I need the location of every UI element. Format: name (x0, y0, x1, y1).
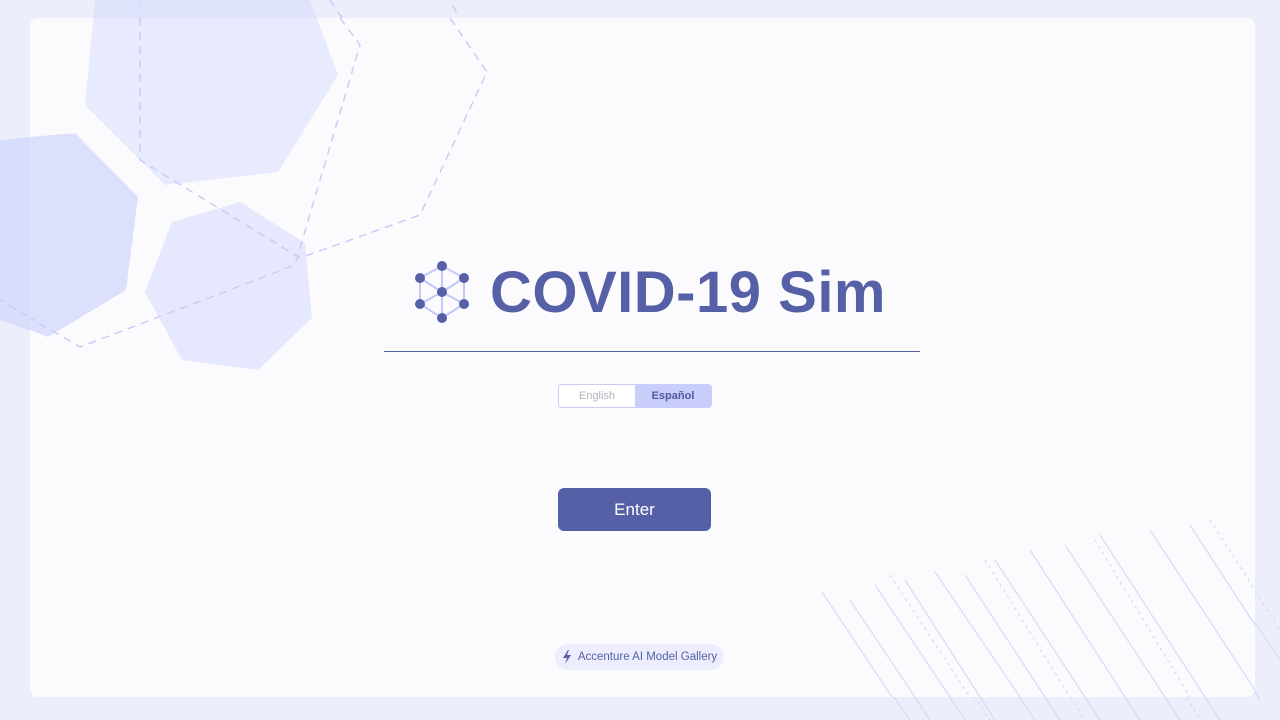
main-card (30, 18, 1255, 697)
language-toggle: English Español (558, 384, 712, 408)
model-gallery-badge[interactable]: Accenture AI Model Gallery (555, 644, 724, 670)
title-divider (384, 351, 920, 352)
lightning-bolt-icon (562, 650, 571, 664)
model-gallery-label: Accenture AI Model Gallery (577, 651, 718, 663)
molecule-cube-icon (415, 261, 469, 323)
enter-button[interactable]: Enter (558, 488, 711, 531)
app-title: COVID-19 Sim (490, 260, 886, 325)
language-option-espanol[interactable]: Español (635, 385, 711, 407)
language-option-english[interactable]: English (559, 385, 635, 407)
